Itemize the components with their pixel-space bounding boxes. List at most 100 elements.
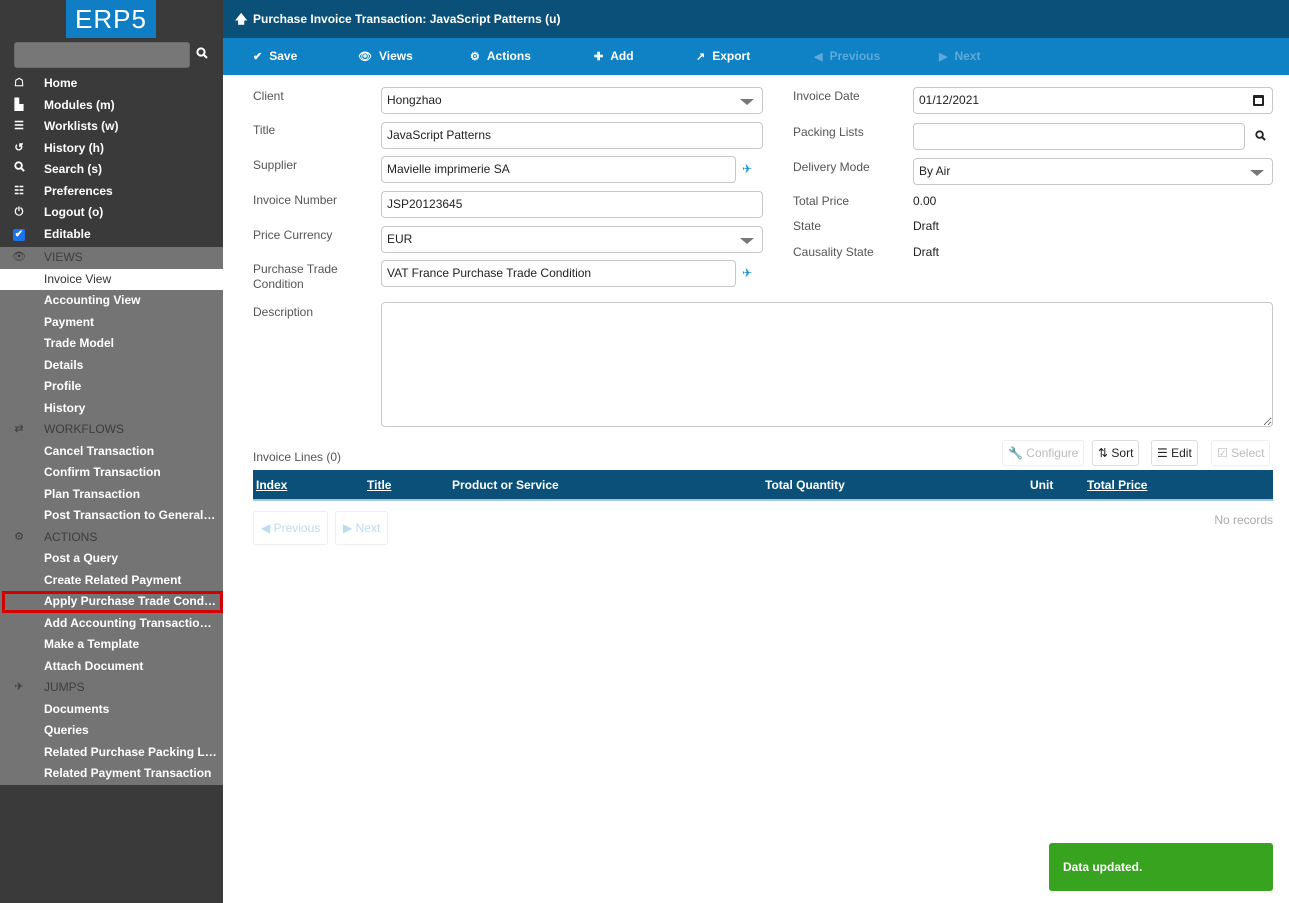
workflow-post[interactable]: Post Transaction to General L... — [0, 505, 223, 527]
next-button[interactable]: ▶ Next — [939, 38, 980, 75]
checkbox-icon[interactable]: ✔ — [13, 228, 25, 241]
plane-icon: ✈ — [14, 681, 24, 693]
supplier-value: Mavielle imprimerie SA — [387, 162, 510, 176]
invoice-date-input[interactable]: 01/12/2021 — [913, 87, 1273, 114]
action-post-query[interactable]: Post a Query — [0, 548, 223, 570]
view-details[interactable]: Details — [0, 355, 223, 377]
price-currency-select[interactable]: EUR — [381, 226, 763, 253]
caret-left-icon: ◀ — [261, 521, 271, 535]
plane-icon[interactable]: ✈ — [742, 162, 752, 176]
nav-preferences[interactable]: ☷ Preferences — [0, 181, 223, 203]
nav-label: Modules (m) — [44, 97, 115, 112]
nav-search[interactable]: Search (s) — [0, 159, 223, 181]
workflows-header: ⇄ WORKFLOWS — [0, 419, 223, 441]
client-value: Hongzhao — [387, 93, 442, 107]
plane-icon[interactable]: ✈ — [742, 266, 752, 280]
save-button[interactable]: ✔ Save — [253, 38, 297, 75]
jump-packing-list[interactable]: Related Purchase Packing List — [0, 742, 223, 764]
nav-home[interactable]: ☖ Home — [0, 73, 223, 95]
erp5-logo[interactable]: ERP5 — [66, 0, 156, 38]
workflow-confirm[interactable]: Confirm Transaction — [0, 462, 223, 484]
nav-modules[interactable]: ▙ Modules (m) — [0, 95, 223, 117]
title-input[interactable]: JavaScript Patterns — [381, 122, 763, 149]
section-label: VIEWS — [44, 250, 83, 264]
workflow-cancel[interactable]: Cancel Transaction — [0, 441, 223, 463]
views-header: 👁 VIEWS — [0, 247, 223, 269]
select-button[interactable]: ☑ Select — [1211, 440, 1271, 466]
eye-icon: 👁 — [358, 51, 372, 63]
configure-button[interactable]: 🔧 Configure — [1002, 440, 1085, 466]
trade-condition-input[interactable]: VAT France Purchase Trade Condition — [381, 260, 736, 287]
add-button[interactable]: ✚ Add — [594, 38, 634, 75]
delivery-mode-select[interactable]: By Air — [913, 158, 1273, 185]
state-value: Draft — [913, 219, 940, 233]
caret-right-icon: ▶ — [939, 51, 948, 63]
search-icon[interactable] — [1255, 130, 1266, 144]
arrow-up-icon[interactable]: 🡅 — [235, 0, 247, 38]
action-add-accounting-line[interactable]: Add Accounting Transaction L... — [0, 613, 223, 635]
jumps-header: ✈ JUMPS — [0, 677, 223, 699]
causality-state-value: Draft — [913, 245, 940, 259]
view-invoice[interactable]: Invoice View — [0, 268, 223, 290]
search-icon[interactable] — [192, 44, 212, 66]
export-label: Export — [712, 49, 751, 63]
chevron-down-icon — [1250, 170, 1264, 176]
views-button[interactable]: 👁 Views — [358, 38, 413, 75]
view-payment[interactable]: Payment — [0, 312, 223, 334]
packing-lists-label: Packing Lists — [793, 125, 864, 139]
jump-payment-transaction[interactable]: Related Payment Transaction — [0, 763, 223, 785]
list-next-button[interactable]: ▶ Next — [335, 511, 389, 545]
workflow-plan[interactable]: Plan Transaction — [0, 484, 223, 506]
sidebar: ERP5 ☖ Home ▙ Modules (m) ☰ Worklists (w) ↺… — [0, 0, 223, 903]
trade-condition-label: Purchase Trade Condition — [253, 262, 338, 292]
supplier-input[interactable]: Mavielle imprimerie SA — [381, 156, 736, 183]
nav-worklists[interactable]: ☰ Worklists (w) — [0, 116, 223, 138]
actions-label: Actions — [486, 49, 531, 63]
edit-button[interactable]: ☰ Edit — [1151, 440, 1198, 466]
view-profile[interactable]: Profile — [0, 376, 223, 398]
list-previous-label: Previous — [273, 521, 321, 535]
sort-button[interactable]: ⇅ Sort — [1092, 440, 1140, 466]
column-index[interactable]: Index — [256, 470, 287, 501]
list-previous-button[interactable]: ◀ Previous — [253, 511, 329, 545]
invoice-date-label: Invoice Date — [793, 89, 860, 103]
jump-documents[interactable]: Documents — [0, 699, 223, 721]
action-create-payment[interactable]: Create Related Payment — [0, 570, 223, 592]
list-icon: ☰ — [1157, 446, 1168, 460]
column-total-price[interactable]: Total Price — [1087, 470, 1147, 501]
view-accounting[interactable]: Accounting View — [0, 290, 223, 312]
nav-label: History (h) — [44, 140, 104, 155]
causality-state-label: Causality State — [793, 245, 874, 259]
column-title[interactable]: Title — [367, 470, 391, 501]
action-make-template[interactable]: Make a Template — [0, 634, 223, 656]
nav-editable[interactable]: ✔ Editable — [0, 224, 223, 246]
search-icon — [12, 159, 26, 181]
invoice-number-input[interactable]: JSP20123645 — [381, 191, 763, 218]
nav-history[interactable]: ↺ History (h) — [0, 138, 223, 160]
jump-queries[interactable]: Queries — [0, 720, 223, 742]
packing-lists-input[interactable] — [913, 123, 1245, 150]
export-button[interactable]: ↗ Export — [696, 38, 750, 75]
calendar-icon[interactable] — [1253, 95, 1264, 106]
state-label: State — [793, 219, 822, 233]
list-next-label: Next — [355, 521, 381, 535]
nav-logout[interactable]: ⏻ Logout (o) — [0, 202, 223, 224]
description-textarea[interactable] — [381, 302, 1273, 427]
edit-label: Edit — [1171, 446, 1192, 460]
previous-label: Previous — [829, 49, 881, 63]
chevron-down-icon — [740, 238, 754, 244]
actions-button[interactable]: ⚙ Actions — [470, 38, 531, 75]
view-history[interactable]: History — [0, 398, 223, 420]
price-currency-label: Price Currency — [253, 228, 333, 242]
action-apply-trade-condition[interactable]: Apply Purchase Trade Conditi... — [2, 591, 223, 613]
previous-button[interactable]: ◀ Previous — [814, 38, 880, 75]
view-trade-model[interactable]: Trade Model — [0, 333, 223, 355]
cogs-icon: ⚙ — [470, 51, 480, 63]
sidebar-search-input[interactable] — [14, 42, 190, 68]
save-label: Save — [269, 49, 298, 63]
client-select[interactable]: Hongzhao — [381, 87, 763, 114]
section-label: JUMPS — [44, 680, 85, 694]
action-attach-document[interactable]: Attach Document — [0, 656, 223, 678]
power-icon: ⏻ — [14, 206, 24, 218]
caret-right-icon: ▶ — [343, 521, 353, 535]
